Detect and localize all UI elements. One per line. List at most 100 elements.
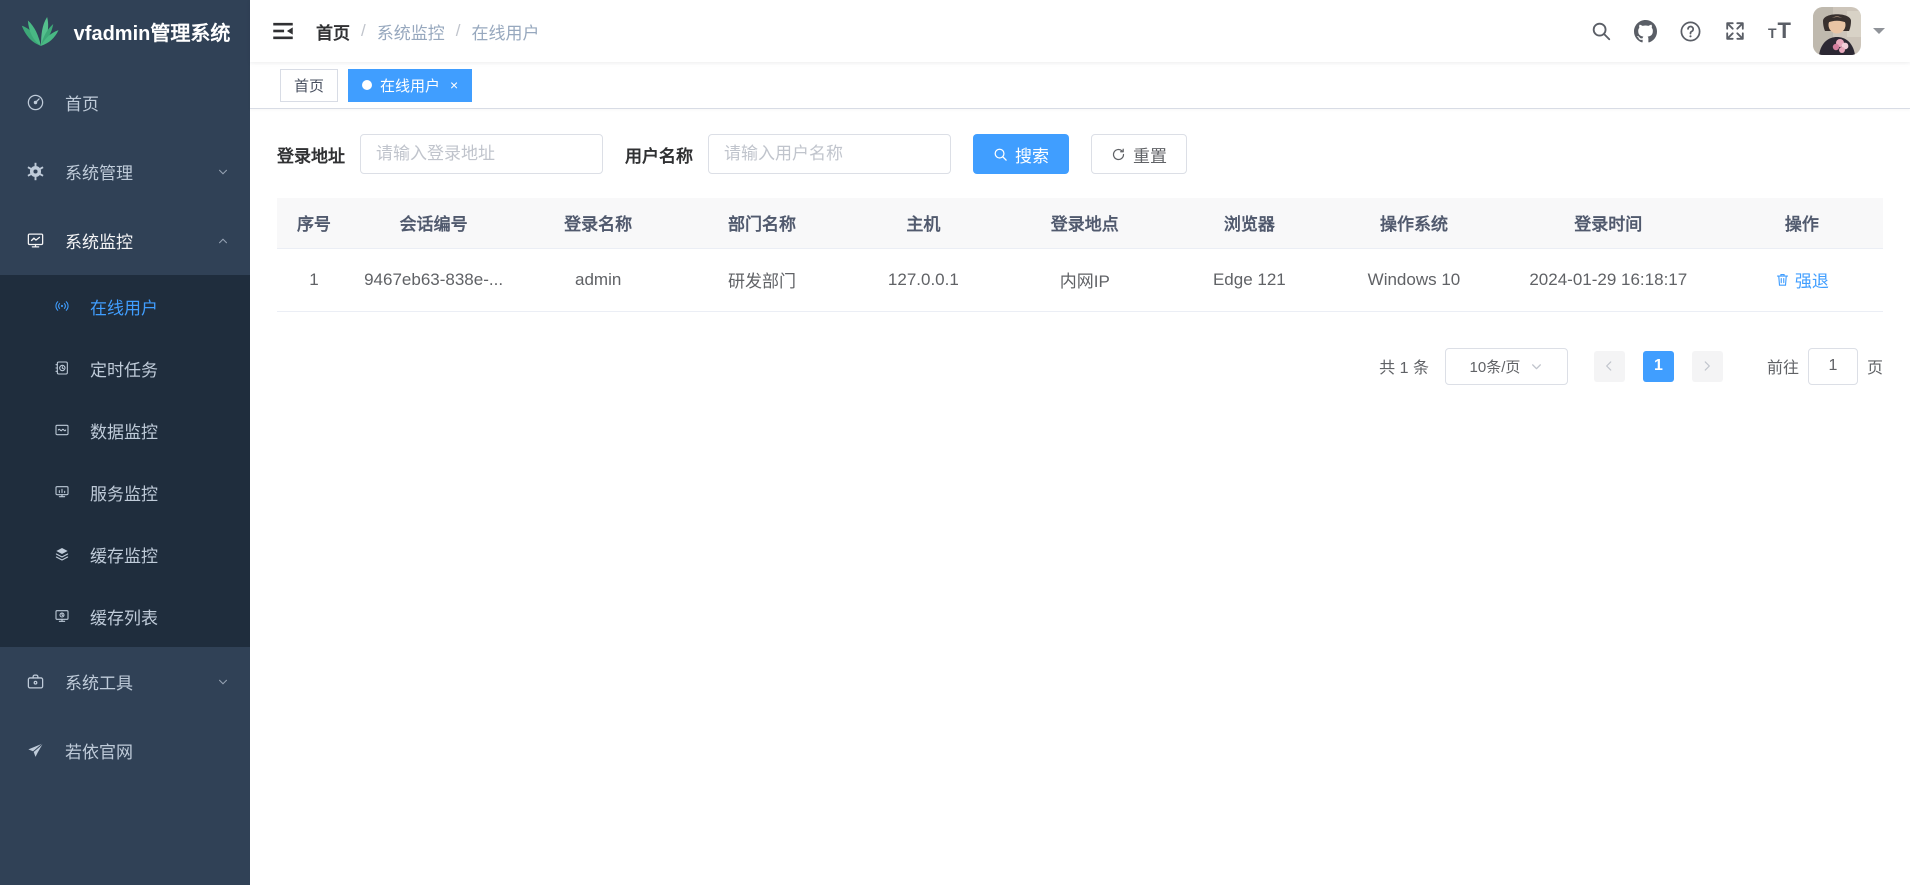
user-menu[interactable] <box>1813 7 1885 55</box>
tag-home[interactable]: 首页 <box>280 69 338 102</box>
page-content: 登录地址 用户名称 搜索 重置 <box>250 109 1910 885</box>
app-title: vfadmin管理系统 <box>74 17 231 46</box>
user-name-label: 用户名称 <box>625 142 693 167</box>
sidebar-item-data-monitor[interactable]: 数据监控 <box>0 399 250 461</box>
chevron-up-icon <box>216 234 230 248</box>
login-address-input[interactable] <box>360 134 603 174</box>
breadcrumb-separator: / <box>361 21 366 41</box>
filter-form: 登录地址 用户名称 搜索 重置 <box>277 134 1883 174</box>
sidebar-item-tools[interactable]: 系统工具 <box>0 647 250 716</box>
monitor-submenu: 在线用户 定时任务 数据监控 <box>0 275 250 647</box>
tag-online-users[interactable]: 在线用户 × <box>348 69 472 102</box>
force-logout-label: 强退 <box>1795 267 1829 292</box>
sidebar-item-label: 若依官网 <box>65 738 133 763</box>
tags-view-bar: 首页 在线用户 × <box>250 62 1910 109</box>
server-monitor-icon <box>54 484 70 500</box>
cache-layers-icon <box>54 546 70 562</box>
sidebar-item-scheduled-jobs[interactable]: 定时任务 <box>0 337 250 399</box>
page-size-value: 10条/页 <box>1470 356 1521 377</box>
page-unit-label: 页 <box>1867 354 1883 378</box>
cell-index: 1 <box>277 248 351 311</box>
cell-host: 127.0.0.1 <box>844 248 1003 311</box>
cell-dept-name: 研发部门 <box>680 248 844 311</box>
breadcrumb-monitor: 系统监控 <box>377 19 445 44</box>
page-size-select[interactable]: 10条/页 <box>1445 348 1568 385</box>
col-login-location: 登录地点 <box>1003 198 1167 248</box>
fullscreen-icon <box>1724 20 1746 42</box>
sidebar-item-server-monitor[interactable]: 服务监控 <box>0 461 250 523</box>
cell-login-time: 2024-01-29 16:18:17 <box>1496 248 1721 311</box>
sidebar-item-label: 系统工具 <box>65 669 133 694</box>
plant-logo-icon <box>20 14 62 48</box>
header-search-button[interactable] <box>1579 20 1623 42</box>
sidebar-item-label: 在线用户 <box>90 294 158 319</box>
sidebar: vfadmin管理系统 首页 系统管理 <box>0 0 250 885</box>
cell-os: Windows 10 <box>1332 248 1496 311</box>
refresh-icon <box>1111 147 1126 162</box>
fullscreen-button[interactable] <box>1713 20 1757 42</box>
sidebar-item-label: 服务监控 <box>90 480 158 505</box>
user-name-input[interactable] <box>708 134 951 174</box>
table-row: 1 9467eb63-838e-... admin 研发部门 127.0.0.1… <box>277 248 1883 311</box>
sidebar-item-label: 首页 <box>65 90 99 115</box>
data-wave-icon <box>54 422 70 438</box>
sidebar-item-label: 数据监控 <box>90 418 158 443</box>
help-doc-button[interactable] <box>1668 20 1713 43</box>
prev-page-button[interactable] <box>1594 351 1625 382</box>
sidebar-item-label: 缓存列表 <box>90 604 158 629</box>
github-link-button[interactable] <box>1623 20 1668 43</box>
tag-label: 首页 <box>294 75 324 96</box>
chevron-down-icon <box>216 675 230 689</box>
app-logo[interactable]: vfadmin管理系统 <box>0 0 250 62</box>
sidebar-item-label: 系统管理 <box>65 159 133 184</box>
sidebar-item-online-users[interactable]: 在线用户 <box>0 275 250 337</box>
avatar[interactable] <box>1813 7 1861 55</box>
page-number-1[interactable]: 1 <box>1643 351 1674 382</box>
reset-button-label: 重置 <box>1133 142 1167 167</box>
top-navbar: 首页 / 系统监控 / 在线用户 <box>250 0 1910 62</box>
col-browser: 浏览器 <box>1167 198 1332 248</box>
online-users-table: 序号 会话编号 登录名称 部门名称 主机 登录地点 浏览器 操作系统 登录时间 … <box>277 198 1883 312</box>
col-index: 序号 <box>277 198 351 248</box>
sidebar-item-official-site[interactable]: 若依官网 <box>0 716 250 785</box>
tag-label: 在线用户 <box>380 75 440 96</box>
small-t-glyph: T <box>1768 25 1778 41</box>
goto-page-input[interactable] <box>1808 348 1858 385</box>
breadcrumb-home[interactable]: 首页 <box>316 19 350 44</box>
cell-login-location: 内网IP <box>1003 248 1167 311</box>
table-header: 序号 会话编号 登录名称 部门名称 主机 登录地点 浏览器 操作系统 登录时间 … <box>277 198 1883 248</box>
sidebar-item-cache-list[interactable]: 缓存列表 <box>0 585 250 647</box>
next-page-button[interactable] <box>1692 351 1723 382</box>
goto-page-group: 前往 页 <box>1767 348 1883 385</box>
reset-button[interactable]: 重置 <box>1091 134 1187 174</box>
briefcase-icon <box>26 672 45 691</box>
search-button[interactable]: 搜索 <box>973 134 1069 174</box>
sidebar-fold-icon[interactable] <box>270 18 296 44</box>
sidebar-item-home[interactable]: 首页 <box>0 68 250 137</box>
job-clock-icon <box>54 360 70 376</box>
force-logout-button[interactable]: 强退 <box>1775 267 1829 292</box>
col-host: 主机 <box>844 198 1003 248</box>
col-os: 操作系统 <box>1332 198 1496 248</box>
sidebar-item-cache-monitor[interactable]: 缓存监控 <box>0 523 250 585</box>
sidebar-menu: 首页 系统管理 <box>0 68 250 785</box>
cell-login-name: admin <box>516 248 680 311</box>
search-icon <box>1590 20 1612 42</box>
tag-close-icon[interactable]: × <box>450 78 458 92</box>
question-circle-icon <box>1679 20 1702 43</box>
gear-icon <box>26 162 45 181</box>
sidebar-item-system[interactable]: 系统管理 <box>0 137 250 206</box>
chevron-down-icon <box>1530 360 1543 373</box>
cell-actions: 强退 <box>1721 248 1883 311</box>
active-dot <box>362 80 372 90</box>
sidebar-item-monitor[interactable]: 系统监控 <box>0 206 250 275</box>
font-size-button[interactable]: TT <box>1757 18 1803 44</box>
pagination-total: 共 1 条 <box>1379 354 1429 378</box>
breadcrumb-current: 在线用户 <box>471 19 539 44</box>
col-login-name: 登录名称 <box>516 198 680 248</box>
chevron-left-icon <box>1602 359 1616 373</box>
sidebar-item-label: 缓存监控 <box>90 542 158 567</box>
github-icon <box>1634 20 1657 43</box>
big-t-glyph: T <box>1778 18 1792 44</box>
caret-down-icon <box>1873 28 1885 40</box>
